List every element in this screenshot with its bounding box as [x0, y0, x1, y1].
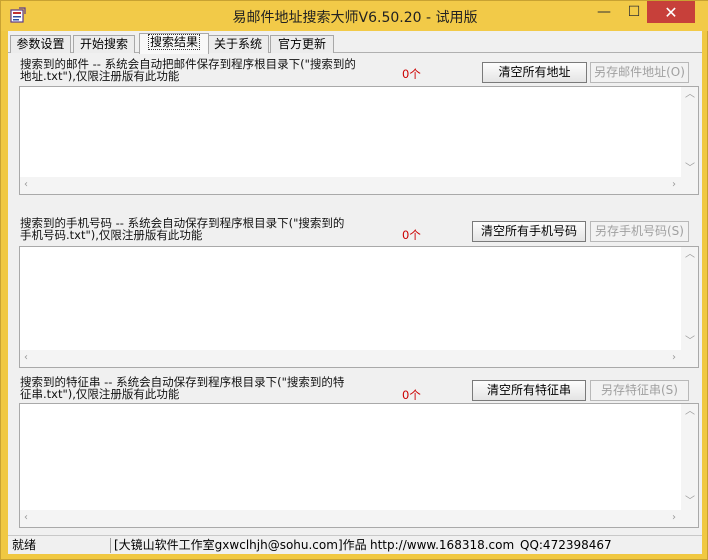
scroll-left-icon[interactable]: ‹	[24, 513, 28, 523]
email-vertical-scrollbar[interactable]: ︿ ﹀	[681, 87, 698, 177]
tab-start-search[interactable]: 开始搜索	[73, 35, 135, 53]
scroll-up-icon[interactable]: ︿	[685, 90, 695, 100]
tab-settings[interactable]: 参数设置	[10, 35, 71, 53]
phone-section: 搜索到的手机号码 -- 系统会自动保存到程序根目录下("搜索到的 手机号码.tx…	[10, 214, 700, 384]
phone-horizontal-scrollbar[interactable]: ‹ ›	[20, 350, 698, 367]
tab-label: 开始搜索	[79, 37, 128, 51]
tab-label: 关于系统	[213, 37, 262, 51]
save-email-addresses-button[interactable]: 另存邮件地址(O)	[590, 62, 689, 83]
scroll-left-icon[interactable]: ‹	[24, 180, 28, 190]
email-horizontal-scrollbar[interactable]: ‹ ›	[20, 177, 698, 194]
tab-strip: 参数设置 开始搜索 搜索结果 关于系统 官方更新	[8, 33, 702, 54]
clear-all-phone-numbers-button[interactable]: 清空所有手机号码	[472, 221, 586, 242]
scroll-up-icon[interactable]: ︿	[685, 407, 695, 417]
feature-desc-line2: 征串.txt"),仅限注册版有此功能	[20, 387, 180, 401]
title-bar[interactable]: 易邮件地址搜索大师V6.50.20 - 试用版 — ☐ ✕	[1, 1, 708, 31]
scroll-right-icon[interactable]: ›	[672, 513, 676, 523]
tab-about[interactable]: 关于系统	[207, 35, 269, 53]
minimize-button[interactable]: —	[589, 1, 619, 23]
email-description: 搜索到的邮件 -- 系统会自动把邮件保存到程序根目录下("搜索到的 地址.txt…	[20, 58, 400, 82]
qq-contact: QQ:472398467	[520, 538, 612, 552]
feature-count: 0个	[402, 388, 421, 402]
status-divider	[110, 538, 111, 553]
app-window: 易邮件地址搜索大师V6.50.20 - 试用版 — ☐ ✕ 参数设置 开始搜索 …	[0, 0, 708, 560]
client-area: 参数设置 开始搜索 搜索结果 关于系统 官方更新 搜索到的邮件 -- 系统会自动…	[8, 31, 702, 554]
phone-count: 0个	[402, 228, 421, 242]
clear-all-feature-strings-button[interactable]: 清空所有特征串	[472, 380, 586, 401]
save-feature-strings-button[interactable]: 另存特征串(S)	[590, 380, 689, 401]
close-button[interactable]: ✕	[647, 1, 695, 23]
author-credit: [大镜山软件工作室gxwclhjh@sohu.com]作品	[114, 538, 367, 552]
scroll-right-icon[interactable]: ›	[672, 353, 676, 363]
status-bar: 就绪 [大镜山软件工作室gxwclhjh@sohu.com]作品 http://…	[8, 535, 702, 554]
email-desc-line2: 地址.txt"),仅限注册版有此功能	[20, 69, 180, 83]
feature-results-list[interactable]: ︿ ﹀ ‹ ›	[19, 403, 699, 528]
tab-label: 参数设置	[16, 37, 65, 51]
tab-official-update[interactable]: 官方更新	[270, 35, 334, 53]
tab-search-results[interactable]: 搜索结果	[139, 33, 209, 54]
tab-label: 搜索结果	[147, 34, 200, 50]
email-results-list[interactable]: ︿ ﹀ ‹ ›	[19, 86, 699, 195]
save-phone-numbers-button[interactable]: 另存手机号码(S)	[590, 221, 689, 242]
feature-horizontal-scrollbar[interactable]: ‹ ›	[20, 510, 698, 527]
scroll-right-icon[interactable]: ›	[672, 180, 676, 190]
clear-all-addresses-button[interactable]: 清空所有地址	[482, 62, 587, 83]
scroll-down-icon[interactable]: ﹀	[685, 497, 695, 507]
phone-description: 搜索到的手机号码 -- 系统会自动保存到程序根目录下("搜索到的 手机号码.tx…	[20, 217, 400, 241]
feature-vertical-scrollbar[interactable]: ︿ ﹀	[681, 404, 698, 510]
website-link[interactable]: http://www.168318.com	[370, 538, 514, 554]
feature-section: 搜索到的特征串 -- 系统会自动保存到程序根目录下("搜索到的特 征串.txt"…	[10, 373, 700, 533]
phone-desc-line2: 手机号码.txt"),仅限注册版有此功能	[20, 228, 203, 242]
email-count: 0个	[402, 67, 421, 81]
scroll-down-icon[interactable]: ﹀	[685, 337, 695, 347]
scroll-up-icon[interactable]: ︿	[685, 250, 695, 260]
feature-description: 搜索到的特征串 -- 系统会自动保存到程序根目录下("搜索到的特 征串.txt"…	[20, 376, 400, 400]
status-text: 就绪	[12, 538, 37, 552]
phone-results-list[interactable]: ︿ ﹀ ‹ ›	[19, 246, 699, 368]
email-section: 搜索到的邮件 -- 系统会自动把邮件保存到程序根目录下("搜索到的 地址.txt…	[10, 55, 700, 225]
phone-vertical-scrollbar[interactable]: ︿ ﹀	[681, 247, 698, 350]
scroll-down-icon[interactable]: ﹀	[685, 164, 695, 174]
scroll-left-icon[interactable]: ‹	[24, 353, 28, 363]
tab-label: 官方更新	[277, 37, 326, 51]
maximize-button[interactable]: ☐	[619, 1, 649, 23]
